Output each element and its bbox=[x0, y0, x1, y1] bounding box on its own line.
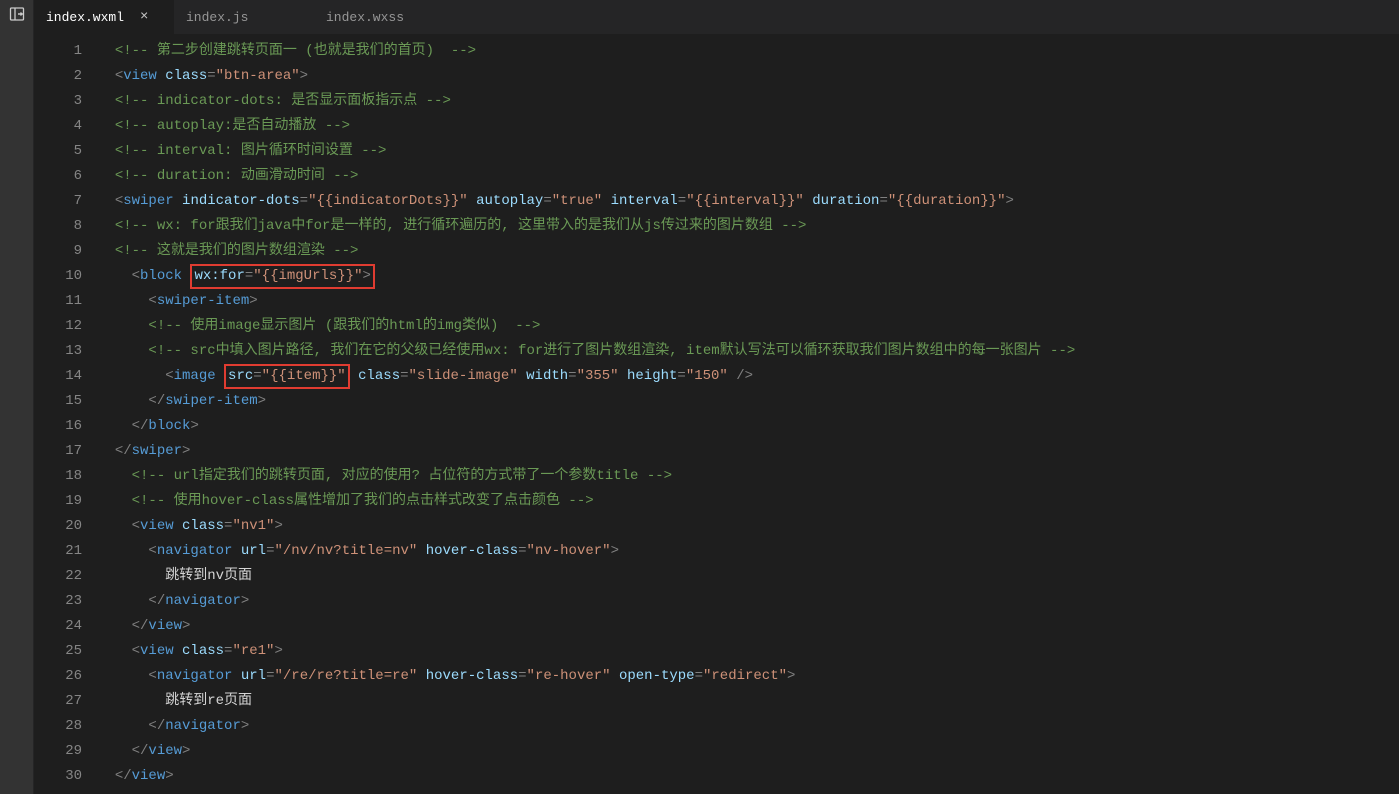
close-icon[interactable]: × bbox=[140, 9, 148, 25]
code-line: <!-- interval: 图片循环时间设置 --> bbox=[98, 139, 1399, 164]
line-number: 23 bbox=[34, 589, 82, 614]
line-number: 2 bbox=[34, 64, 82, 89]
code-line: <!-- 第二步创建跳转页面一 (也就是我们的首页) --> bbox=[98, 39, 1399, 64]
line-number: 28 bbox=[34, 714, 82, 739]
line-number: 11 bbox=[34, 289, 82, 314]
tab-label: index.js bbox=[186, 10, 248, 25]
code-line: </swiper> bbox=[98, 439, 1399, 464]
code-area[interactable]: <!-- 第二步创建跳转页面一 (也就是我们的首页) --> <view cla… bbox=[98, 35, 1399, 794]
line-number: 4 bbox=[34, 114, 82, 139]
line-number: 7 bbox=[34, 189, 82, 214]
line-number: 10 bbox=[34, 264, 82, 289]
tab-index-wxss[interactable]: index.wxss bbox=[314, 0, 454, 34]
tab-index-wxml[interactable]: index.wxml × bbox=[34, 0, 174, 34]
line-number: 22 bbox=[34, 564, 82, 589]
code-line: <!-- 使用image显示图片 (跟我们的html的img类似) --> bbox=[98, 314, 1399, 339]
editor-main: index.wxml × index.js index.wxss 1234567… bbox=[34, 0, 1399, 794]
code-line: 跳转到re页面 bbox=[98, 689, 1399, 714]
code-line: 跳转到nv页面 bbox=[98, 564, 1399, 589]
code-line: <swiper indicator-dots="{{indicatorDots}… bbox=[98, 189, 1399, 214]
line-number: 15 bbox=[34, 389, 82, 414]
code-line: <image src="{{item}}" class="slide-image… bbox=[98, 364, 1399, 389]
code-line: <swiper-item> bbox=[98, 289, 1399, 314]
line-number: 5 bbox=[34, 139, 82, 164]
panel-layout-icon[interactable] bbox=[3, 3, 31, 30]
line-number: 16 bbox=[34, 414, 82, 439]
code-line: <block wx:for="{{imgUrls}}"> bbox=[98, 264, 1399, 289]
code-line: <view class="btn-area"> bbox=[98, 64, 1399, 89]
tab-label: index.wxss bbox=[326, 10, 404, 25]
line-number: 17 bbox=[34, 439, 82, 464]
code-line: <view class="nv1"> bbox=[98, 514, 1399, 539]
line-number: 21 bbox=[34, 539, 82, 564]
code-line: </view> bbox=[98, 739, 1399, 764]
code-editor[interactable]: 1234567891011121314151617181920212223242… bbox=[34, 35, 1399, 794]
line-number: 14 bbox=[34, 364, 82, 389]
code-line: <!-- url指定我们的跳转页面, 对应的使用? 占位符的方式带了一个参数ti… bbox=[98, 464, 1399, 489]
code-line: <!-- 这就是我们的图片数组渲染 --> bbox=[98, 239, 1399, 264]
tab-index-js[interactable]: index.js bbox=[174, 0, 314, 34]
code-line: <!-- 使用hover-class属性增加了我们的点击样式改变了点击颜色 --… bbox=[98, 489, 1399, 514]
line-number: 18 bbox=[34, 464, 82, 489]
code-line: </view> bbox=[98, 614, 1399, 639]
activity-bar bbox=[0, 0, 34, 794]
line-number: 29 bbox=[34, 739, 82, 764]
tab-label: index.wxml bbox=[46, 10, 124, 25]
code-line: <!-- wx: for跟我们java中for是一样的, 进行循环遍历的, 这里… bbox=[98, 214, 1399, 239]
line-number: 1 bbox=[34, 39, 82, 64]
code-line: <!-- indicator-dots: 是否显示面板指示点 --> bbox=[98, 89, 1399, 114]
line-number-gutter: 1234567891011121314151617181920212223242… bbox=[34, 35, 98, 794]
code-line: <!-- autoplay:是否自动播放 --> bbox=[98, 114, 1399, 139]
code-line: <navigator url="/nv/nv?title=nv" hover-c… bbox=[98, 539, 1399, 564]
line-number: 13 bbox=[34, 339, 82, 364]
code-line: <navigator url="/re/re?title=re" hover-c… bbox=[98, 664, 1399, 689]
code-line: </swiper-item> bbox=[98, 389, 1399, 414]
code-line: </view> bbox=[98, 764, 1399, 789]
tab-bar: index.wxml × index.js index.wxss bbox=[34, 0, 1399, 35]
line-number: 27 bbox=[34, 689, 82, 714]
line-number: 12 bbox=[34, 314, 82, 339]
code-line: <view class="re1"> bbox=[98, 639, 1399, 664]
code-line: </block> bbox=[98, 414, 1399, 439]
line-number: 25 bbox=[34, 639, 82, 664]
line-number: 8 bbox=[34, 214, 82, 239]
code-line: <!-- duration: 动画滑动时间 --> bbox=[98, 164, 1399, 189]
line-number: 6 bbox=[34, 164, 82, 189]
line-number: 19 bbox=[34, 489, 82, 514]
line-number: 24 bbox=[34, 614, 82, 639]
line-number: 20 bbox=[34, 514, 82, 539]
code-line: </navigator> bbox=[98, 589, 1399, 614]
code-line: <!-- src中填入图片路径, 我们在它的父级已经使用wx: for进行了图片… bbox=[98, 339, 1399, 364]
line-number: 30 bbox=[34, 764, 82, 789]
line-number: 3 bbox=[34, 89, 82, 114]
code-line: </navigator> bbox=[98, 714, 1399, 739]
line-number: 26 bbox=[34, 664, 82, 689]
line-number: 9 bbox=[34, 239, 82, 264]
